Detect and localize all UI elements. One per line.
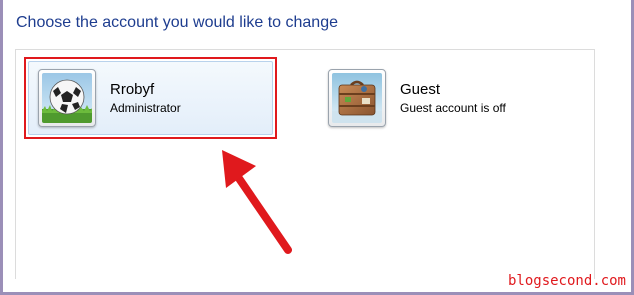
watermark: blogsecond.com — [507, 273, 626, 289]
suitcase-icon — [332, 73, 382, 123]
page-title: Choose the account you would like to cha… — [16, 14, 338, 31]
avatar — [328, 69, 386, 127]
account-name: Guest — [400, 81, 441, 98]
soccer-ball-icon — [42, 73, 92, 123]
account-name: Rrobyf — [110, 81, 155, 98]
avatar — [38, 69, 96, 127]
account-role: Guest account is off — [400, 101, 506, 115]
red-arrow-icon — [222, 150, 292, 254]
account-tile-rrobyf[interactable]: Rrobyf Administrator — [24, 57, 277, 139]
account-tile-guest[interactable]: Guest Guest account is off — [328, 67, 548, 129]
account-info: Rrobyf Administrator — [110, 80, 181, 116]
account-info: Guest Guest account is off — [400, 80, 506, 116]
account-role: Administrator — [110, 101, 181, 115]
